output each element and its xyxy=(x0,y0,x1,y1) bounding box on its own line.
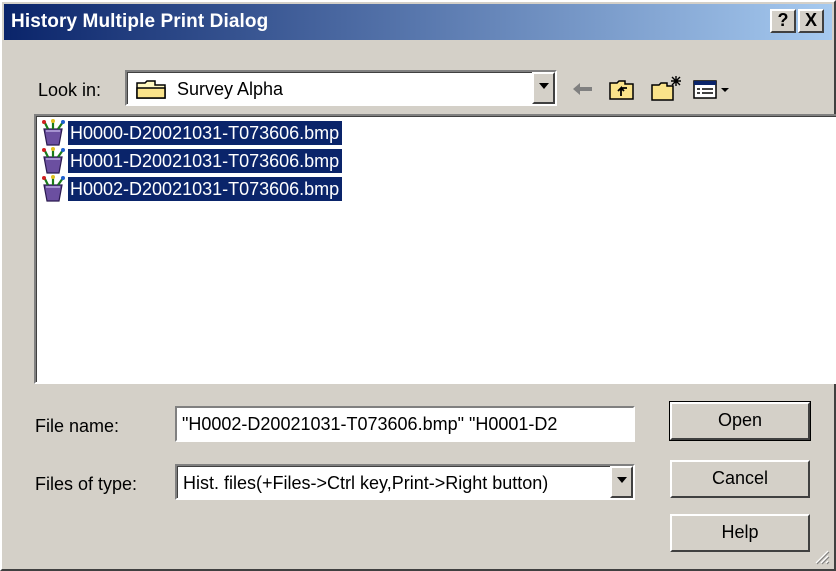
files-of-type-dropdown-button[interactable] xyxy=(610,466,633,498)
files-of-type-label: Files of type: xyxy=(35,474,138,494)
file-name-label: File name: xyxy=(35,416,120,436)
look-in-label: Look in: xyxy=(38,80,102,100)
look-in-dropdown[interactable]: Survey Alpha xyxy=(125,70,557,106)
new-folder-icon[interactable] xyxy=(649,74,683,104)
history-multiple-print-dialog: History Multiple Print Dialog ? X Look i… xyxy=(0,0,836,571)
look-in-dropdown-button[interactable] xyxy=(532,72,555,104)
files-of-type-value: Hist. files(+Files->Ctrl key,Print->Righ… xyxy=(183,473,549,493)
look-in-value: Survey Alpha xyxy=(177,79,284,99)
file-list-item-name: H0000-D20021031-T073606.bmp xyxy=(68,121,343,145)
back-arrow-icon[interactable] xyxy=(570,74,596,104)
help-button[interactable]: Help xyxy=(670,514,810,552)
close-title-button[interactable]: X xyxy=(798,9,824,33)
window-title: History Multiple Print Dialog xyxy=(11,11,269,32)
title-bar[interactable]: History Multiple Print Dialog ? X xyxy=(4,4,832,40)
file-list-item[interactable]: H0002-D20021031-T073606.bmp xyxy=(38,175,343,203)
help-title-button[interactable]: ? xyxy=(770,9,796,33)
folder-icon xyxy=(135,78,169,105)
resize-grip-icon[interactable] xyxy=(812,547,830,565)
bitmap-file-icon xyxy=(38,119,68,147)
file-name-input[interactable]: "H0002-D20021031-T073606.bmp" "H0001-D2 xyxy=(175,406,635,442)
bitmap-file-icon xyxy=(38,175,68,203)
files-of-type-dropdown[interactable]: Hist. files(+Files->Ctrl key,Print->Righ… xyxy=(175,464,635,500)
file-list-item-name: H0002-D20021031-T073606.bmp xyxy=(68,177,343,201)
bitmap-file-icon xyxy=(38,147,68,175)
file-list-item[interactable]: H0000-D20021031-T073606.bmp xyxy=(38,119,343,147)
cancel-button[interactable]: Cancel xyxy=(670,460,810,498)
up-folder-icon[interactable] xyxy=(607,74,637,104)
file-name-value: "H0002-D20021031-T073606.bmp" "H0001-D2 xyxy=(182,414,558,434)
view-menu-icon[interactable] xyxy=(692,74,734,104)
file-list-item-name: H0001-D20021031-T073606.bmp xyxy=(68,149,343,173)
open-button[interactable]: Open xyxy=(669,401,811,441)
file-list[interactable]: H0000-D20021031-T073606.bmp H0001-D200210… xyxy=(34,114,836,384)
file-list-item[interactable]: H0001-D20021031-T073606.bmp xyxy=(38,147,343,175)
